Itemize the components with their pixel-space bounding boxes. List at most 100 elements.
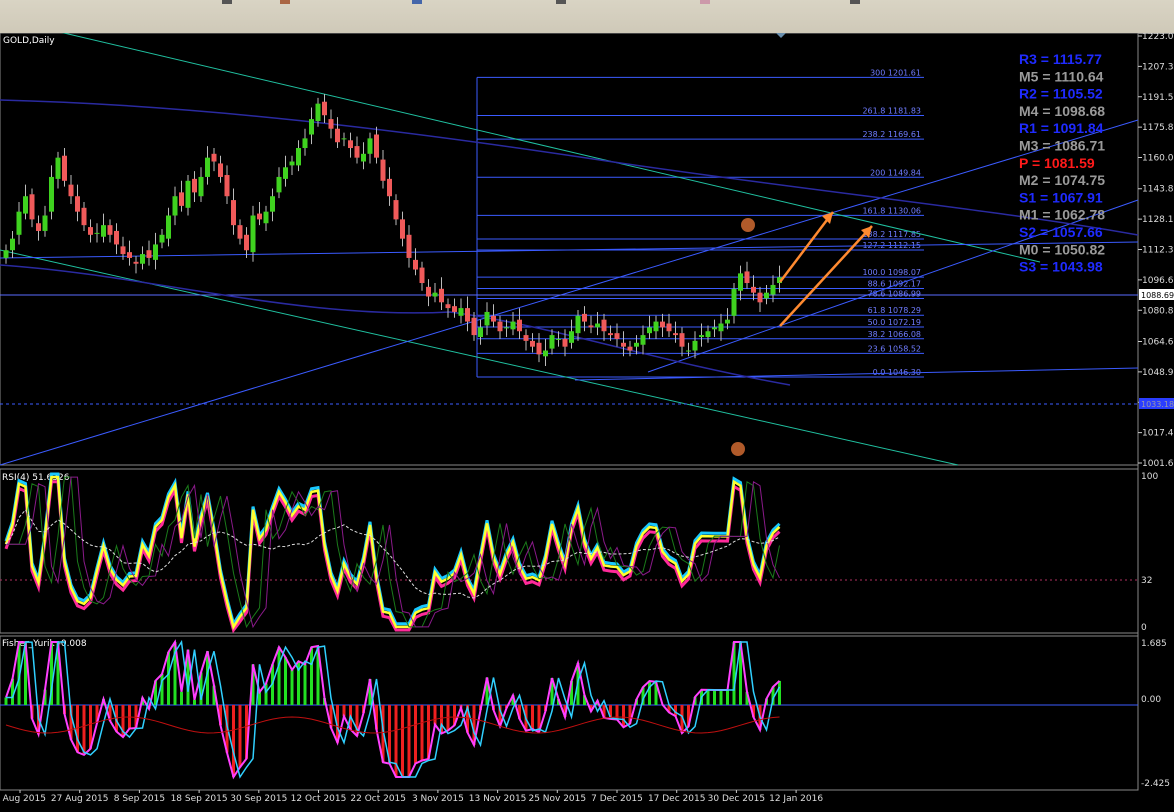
candle-body	[653, 321, 659, 332]
candle-body	[296, 148, 301, 166]
marker-dot-bottom[interactable]	[731, 442, 745, 456]
candle-body	[744, 271, 750, 284]
candle-body	[556, 338, 561, 340]
candle-body	[3, 250, 9, 258]
candle-body	[627, 346, 633, 351]
candle-body	[172, 196, 178, 216]
candle-body	[211, 153, 217, 162]
candle-body	[153, 244, 158, 260]
candle-body	[569, 331, 574, 343]
date-tick-label: 30 Sep 2015	[230, 794, 287, 804]
candle-body	[471, 317, 477, 336]
candle-body	[640, 335, 646, 345]
toolbar-stub	[556, 0, 566, 4]
candle-body	[81, 207, 87, 226]
candle-body	[237, 225, 243, 239]
price-tick-label: 1207.33	[1142, 62, 1174, 72]
candle-body	[114, 230, 119, 245]
fib-level-label: 38.2 1066.08	[868, 330, 921, 339]
fib-level-label: 161.8 1130.06	[862, 206, 921, 215]
candle-body	[400, 219, 405, 239]
candle-body	[595, 323, 600, 328]
price-tick-label: 1175.83	[1142, 123, 1174, 133]
date-tick-label: 13 Nov 2015	[469, 794, 527, 804]
date-tick-label: 3 Nov 2015	[412, 794, 464, 804]
candle-body	[257, 213, 262, 220]
pivot-label: R3 = 1115.77	[1019, 51, 1102, 67]
candle-body	[127, 252, 132, 258]
candle-body	[270, 196, 275, 212]
candle-body	[686, 350, 691, 352]
candle-body	[536, 342, 542, 355]
candle-body	[575, 315, 581, 334]
price-tick-label: 1017.43	[1142, 429, 1174, 439]
rsi-tick: 100	[1141, 472, 1158, 482]
chart-canvas[interactable]: GOLD,Daily 300 1201.61 261.8 1181.83 238.2…	[0, 33, 1174, 812]
price-tick-label: 1096.63	[1142, 276, 1174, 286]
toolbar-stub	[850, 0, 860, 4]
price-tick-label: 1080.88	[1142, 306, 1174, 316]
candle-body	[738, 273, 743, 291]
candle-body	[549, 335, 555, 349]
candle-body	[699, 335, 704, 338]
fisher-tick: 1.685	[1141, 639, 1167, 649]
candle-body	[88, 227, 93, 235]
candle-body	[10, 238, 15, 251]
candle-body	[166, 215, 171, 239]
date-tick-label: 7 Dec 2015	[591, 794, 643, 804]
candle-body	[341, 138, 347, 140]
candle-body	[484, 311, 490, 326]
candle-body	[374, 134, 379, 158]
candle-body	[16, 211, 22, 235]
fisher-panel[interactable]	[0, 635, 1139, 791]
candle-body	[62, 155, 67, 181]
candle-body	[29, 194, 35, 220]
candle-body	[120, 246, 126, 255]
candle-body	[614, 333, 620, 339]
fib-level-label: 200 1149.84	[870, 168, 921, 177]
candle-body	[608, 333, 613, 336]
symbol-title: GOLD,Daily	[3, 36, 55, 46]
candle-body	[419, 267, 425, 284]
candle-body	[725, 319, 730, 324]
candle-body	[679, 333, 685, 347]
pivot-label: M2 = 1074.75	[1019, 172, 1105, 188]
price-tick-label: 1191.58	[1142, 93, 1174, 103]
candle-body	[354, 146, 360, 158]
pivot-label: M0 = 1050.82	[1019, 241, 1105, 257]
pivot-label: R1 = 1091.84	[1019, 120, 1104, 136]
main-price-panel[interactable]	[0, 33, 1139, 466]
candle-body	[439, 288, 444, 303]
candle-body	[380, 159, 386, 181]
candle-body	[517, 319, 522, 332]
date-tick-label: 25 Nov 2015	[528, 794, 586, 804]
candle-body	[36, 223, 41, 231]
candle-body	[198, 176, 204, 197]
rsi-tick: 0	[1141, 623, 1147, 633]
fib-level-label: 50.0 1072.19	[868, 318, 921, 327]
candle-body	[42, 215, 48, 231]
candle-body	[159, 234, 165, 243]
marker-dot-top[interactable]	[741, 218, 755, 232]
candle-body	[478, 327, 483, 338]
candle-body	[179, 192, 184, 206]
candle-body	[367, 138, 373, 154]
candle-body	[387, 178, 392, 197]
candle-body	[322, 101, 327, 116]
candle-body	[23, 196, 28, 214]
candle-body	[582, 313, 587, 322]
candle-body	[49, 176, 54, 212]
candle-body	[601, 319, 607, 332]
candle-body	[510, 321, 516, 330]
candle-body	[75, 196, 80, 212]
pivot-label: S2 = 1057.66	[1019, 224, 1103, 240]
pivot-label: M1 = 1062.78	[1019, 207, 1105, 223]
candle-body	[588, 325, 594, 328]
candle-body	[231, 200, 236, 226]
price-tick-label: 1223.08	[1142, 33, 1174, 42]
candle-body	[302, 138, 308, 149]
candle-body	[452, 306, 457, 312]
candle-body	[621, 342, 626, 347]
candle-body	[218, 163, 223, 177]
candle-body	[666, 323, 672, 332]
